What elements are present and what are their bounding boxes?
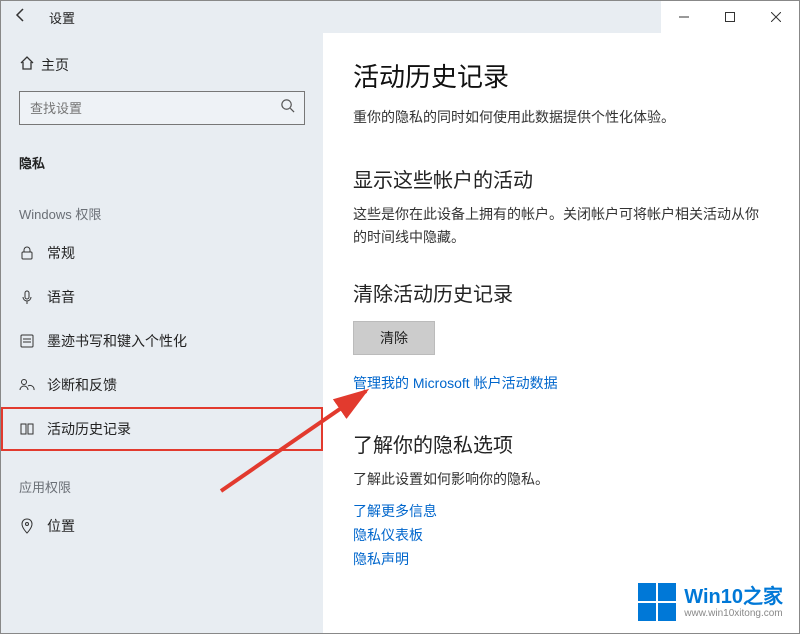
sidebar-item-location[interactable]: 位置 bbox=[1, 504, 323, 548]
watermark: Win10之家 www.win10xitong.com bbox=[638, 583, 783, 621]
sidebar-item-general[interactable]: 常规 bbox=[1, 231, 323, 275]
activity-icon bbox=[19, 421, 47, 437]
accounts-description: 这些是你在此设备上拥有的帐户。关闭帐户可将帐户相关活动从你的时间线中隐藏。 bbox=[353, 203, 769, 248]
clear-button[interactable]: 清除 bbox=[353, 321, 435, 355]
learn-more-link[interactable]: 了解更多信息 bbox=[353, 501, 769, 521]
window-body: 主页 隐私 Windows 权限 常规 语音 bbox=[1, 33, 799, 633]
lock-icon bbox=[19, 245, 47, 261]
inking-icon bbox=[19, 333, 47, 349]
window-title: 设置 bbox=[49, 8, 75, 27]
search-icon[interactable] bbox=[270, 98, 304, 118]
sidebar-item-label: 位置 bbox=[47, 516, 75, 536]
sidebar-item-label: 墨迹书写和键入个性化 bbox=[47, 331, 187, 351]
back-button[interactable] bbox=[1, 7, 41, 28]
feedback-icon bbox=[19, 377, 47, 393]
content-pane: 活动历史记录 重你的隐私的同时如何使用此数据提供个性化体验。 显示这些帐户的活动… bbox=[323, 33, 799, 633]
location-icon bbox=[19, 518, 47, 534]
sidebar-item-label: 活动历史记录 bbox=[47, 419, 131, 439]
section-show-accounts: 显示这些帐户的活动 bbox=[353, 164, 769, 193]
privacy-statement-link[interactable]: 隐私声明 bbox=[353, 549, 769, 569]
microphone-icon bbox=[19, 289, 47, 305]
sidebar-section-privacy: 隐私 bbox=[1, 135, 323, 178]
settings-window: 设置 主页 隐私 Wind bbox=[0, 0, 800, 634]
sidebar-home[interactable]: 主页 bbox=[1, 45, 323, 85]
sidebar-item-label: 语音 bbox=[47, 287, 75, 307]
watermark-brand: Win10之家 bbox=[684, 586, 783, 608]
sidebar-item-diagnostics[interactable]: 诊断和反馈 bbox=[1, 363, 323, 407]
titlebar: 设置 bbox=[1, 1, 799, 33]
sidebar-item-activity-history[interactable]: 活动历史记录 bbox=[1, 407, 323, 451]
privacy-description: 了解此设置如何影响你的隐私。 bbox=[353, 468, 769, 490]
intro-text: 重你的隐私的同时如何使用此数据提供个性化体验。 bbox=[353, 106, 769, 128]
search-box[interactable] bbox=[19, 91, 305, 125]
home-icon bbox=[19, 55, 41, 75]
section-privacy-options: 了解你的隐私选项 bbox=[353, 429, 769, 458]
sidebar-category-windows: Windows 权限 bbox=[1, 178, 323, 231]
page-heading: 活动历史记录 bbox=[353, 57, 769, 94]
sidebar-item-label: 常规 bbox=[47, 243, 75, 263]
sidebar-item-inking[interactable]: 墨迹书写和键入个性化 bbox=[1, 319, 323, 363]
maximize-button[interactable] bbox=[707, 1, 753, 33]
sidebar-item-speech[interactable]: 语音 bbox=[1, 275, 323, 319]
sidebar-item-label: 诊断和反馈 bbox=[47, 375, 117, 395]
minimize-button[interactable] bbox=[661, 1, 707, 33]
sidebar-home-label: 主页 bbox=[41, 55, 69, 75]
search-input[interactable] bbox=[20, 101, 270, 116]
privacy-dashboard-link[interactable]: 隐私仪表板 bbox=[353, 525, 769, 545]
sidebar-category-app: 应用权限 bbox=[1, 451, 323, 504]
windows-logo-icon bbox=[638, 583, 676, 621]
close-button[interactable] bbox=[753, 1, 799, 33]
section-clear-history: 清除活动历史记录 bbox=[353, 278, 769, 307]
watermark-url: www.win10xitong.com bbox=[684, 608, 782, 619]
sidebar: 主页 隐私 Windows 权限 常规 语音 bbox=[1, 33, 323, 633]
manage-microsoft-link[interactable]: 管理我的 Microsoft 帐户活动数据 bbox=[353, 373, 769, 393]
